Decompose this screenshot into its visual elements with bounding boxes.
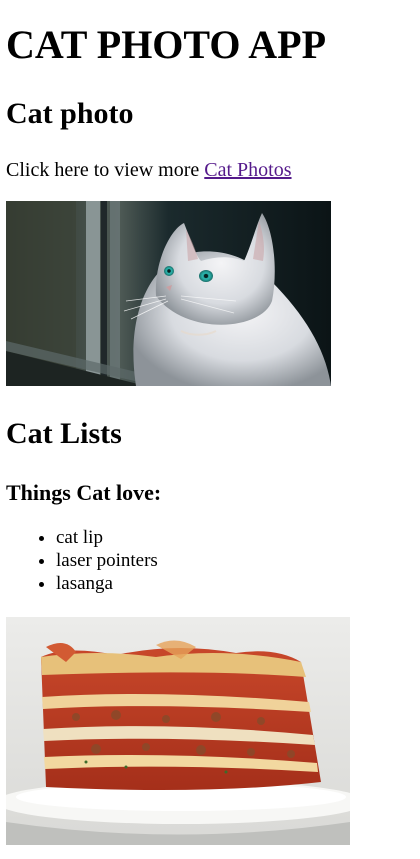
intro-paragraph: Click here to view more Cat Photos — [6, 158, 414, 182]
intro-text: Click here to view more — [6, 159, 205, 181]
cat-love-list: cat lip laser pointers lasanga — [6, 526, 414, 595]
things-cat-love-heading: Things Cat love: — [6, 480, 162, 505]
lasagna-image — [6, 617, 350, 845]
list-item: laser pointers — [56, 549, 414, 572]
cat-photo-image — [6, 201, 331, 386]
page: CAT PHOTO APP Cat photo Click here to vi… — [0, 22, 420, 845]
list-item: lasanga — [56, 572, 414, 595]
cat-lists-heading: Cat Lists — [6, 417, 122, 450]
cat-photos-link[interactable]: Cat Photos — [204, 159, 291, 181]
page-title: CAT PHOTO APP — [6, 22, 327, 67]
cat-photo-heading: Cat photo — [6, 97, 134, 130]
list-item: cat lip — [56, 526, 414, 549]
